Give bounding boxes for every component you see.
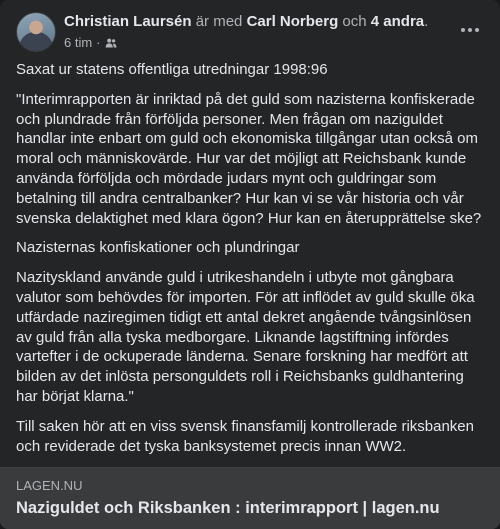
post-paragraph: Nazisternas konfiskationer och plundring… (16, 239, 300, 257)
post-paragraph: Till saken hör att en viss svensk finans… (16, 417, 474, 455)
post-paragraph: Saxat ur statens offentliga utredningar … (16, 61, 328, 78)
post-header-text: Christian Laursén är med Carl Norberg oc… (64, 13, 444, 51)
author-name[interactable]: Christian Laursén (64, 13, 192, 30)
friends-icon[interactable] (105, 37, 117, 49)
author-line: Christian Laursén är med Carl Norberg oc… (64, 13, 444, 31)
post-card: Christian Laursén är med Carl Norberg oc… (0, 0, 500, 529)
link-domain: LAGEN.NU (16, 478, 83, 493)
meta-separator: · (96, 35, 101, 50)
others-link[interactable]: 4 andra (371, 13, 424, 30)
ellipsis-icon (461, 28, 479, 32)
post-time[interactable]: 6 tim (64, 35, 92, 51)
and-text: och (342, 13, 367, 30)
period: . (424, 13, 429, 30)
with-text: är med (195, 13, 243, 30)
link-preview[interactable]: LAGEN.NU Naziguldet och Riksbanken : int… (0, 467, 500, 529)
post-paragraph: Nazityskland använde guld i utrikeshande… (16, 269, 475, 405)
link-title: Naziguldet och Riksbanken : interimrappo… (16, 499, 440, 517)
tagged-person[interactable]: Carl Norberg (247, 13, 339, 30)
post-meta: 6 tim · (64, 35, 444, 51)
more-options-button[interactable] (456, 18, 484, 42)
post-paragraph: "Interimrapporten är inriktad på det gul… (16, 90, 482, 227)
post-header: Christian Laursén är med Carl Norberg oc… (16, 12, 484, 52)
post-body: Saxat ur statens offentliga utredningar … (16, 60, 486, 466)
author-avatar[interactable] (16, 12, 56, 52)
